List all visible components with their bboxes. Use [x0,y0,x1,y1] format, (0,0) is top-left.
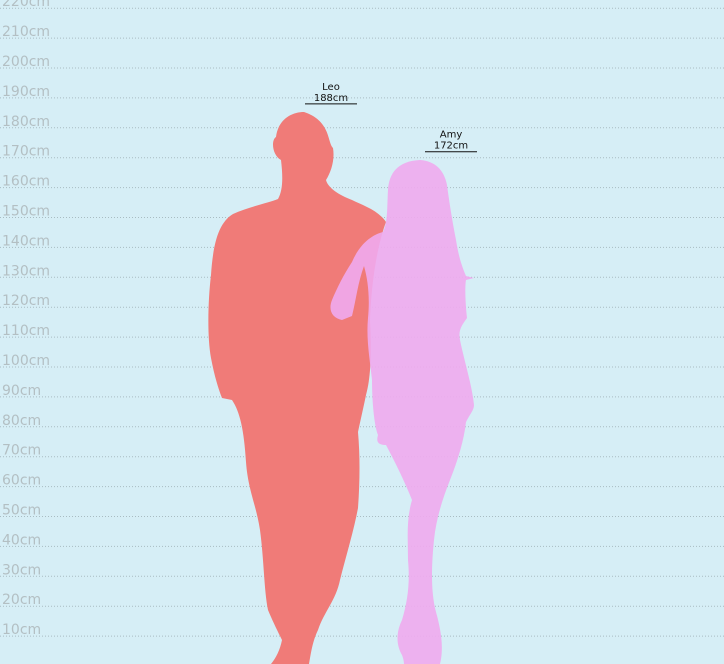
person-height-leo: 188cm [314,93,348,104]
y-tick-label: 10cm [2,622,41,638]
y-tick-label: 90cm [2,383,41,399]
person-labels-group: Leo 188cm Amy 172cm [305,82,477,153]
person-name-amy: Amy [440,130,463,141]
y-tick-label: 180cm [2,114,50,130]
silhouette-leo [208,112,386,664]
y-tick-label: 160cm [2,174,50,190]
person-height-amy: 172cm [434,141,468,152]
y-tick-label: 80cm [2,413,41,429]
y-tick-label: 70cm [2,443,41,459]
person-name-leo: Leo [322,82,340,93]
y-tick-label: 60cm [2,473,41,489]
silhouettes-group [208,112,474,664]
y-tick-label: 190cm [2,84,50,100]
y-tick-label: 40cm [2,532,41,548]
y-tick-label: 140cm [2,233,50,249]
y-tick-label: 30cm [2,562,41,578]
y-tick-label: 210cm [2,24,50,40]
y-tick-label: 110cm [2,323,50,339]
y-tick-label: 120cm [2,293,50,309]
y-tick-label: 130cm [2,263,50,279]
y-tick-label: 200cm [2,54,50,70]
height-comparison-chart: 10cm 20cm 30cm 40cm 50cm 60cm 70cm 80cm 90cm 100c… [0,0,724,664]
chart-canvas: 10cm 20cm 30cm 40cm 50cm 60cm 70cm 80cm 90cm 100c… [0,0,724,664]
y-tick-label: 220cm [2,0,50,10]
y-tick-label: 170cm [2,144,50,160]
y-tick-label: 50cm [2,503,41,519]
y-tick-label: 20cm [2,592,41,608]
y-tick-label: 100cm [2,353,50,369]
y-tick-label: 150cm [2,204,50,220]
